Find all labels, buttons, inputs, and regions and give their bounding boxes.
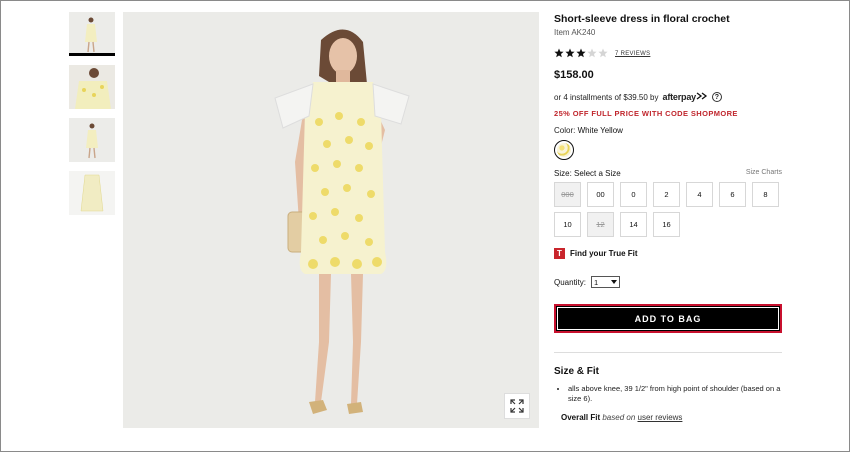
installments-info: or 4 installments of $39.50 by afterpay … [554, 92, 782, 102]
expand-icon [510, 399, 524, 413]
truefit-logo-icon: T [554, 248, 565, 259]
swatch-pattern [557, 143, 571, 157]
user-reviews-link[interactable]: user reviews [638, 413, 683, 422]
installments-text: or 4 installments of $39.50 by [554, 92, 659, 102]
size-option-00[interactable]: 00 [587, 182, 614, 207]
size-fit-list: alls above knee, 39 1/2" from high point… [554, 384, 782, 404]
size-option-2[interactable]: 2 [653, 182, 680, 207]
item-number: Item AK240 [554, 28, 596, 37]
size-fit-bullet: alls above knee, 39 1/2" from high point… [568, 384, 782, 404]
size-option-10[interactable]: 10 [554, 212, 581, 237]
expand-image-button[interactable] [504, 393, 530, 419]
add-to-bag-button[interactable]: ADD TO BAG [554, 304, 782, 333]
size-option-6[interactable]: 6 [719, 182, 746, 207]
product-price: $158.00 [554, 69, 594, 81]
size-fit-title: Size & Fit [554, 366, 600, 377]
star-filled-icon [565, 48, 575, 58]
color-swatch-white-yellow[interactable] [554, 140, 574, 160]
star-filled-icon [576, 48, 586, 58]
thumbnail-flat[interactable] [69, 171, 115, 215]
quantity-select[interactable]: 1 [591, 276, 621, 288]
size-grid: 000 00 0 2 4 6 8 10 12 14 16 [554, 182, 782, 237]
star-empty-icon [587, 48, 597, 58]
divider [554, 352, 782, 353]
size-label-text: Size: [554, 169, 572, 178]
size-option-000[interactable]: 000 [554, 182, 581, 207]
size-option-8[interactable]: 8 [752, 182, 779, 207]
afterpay-label: afterpay [662, 92, 697, 102]
chevron-down-icon [611, 280, 618, 284]
overall-fit-based-on: based on [602, 413, 636, 422]
quantity-row: Quantity: 1 [554, 276, 782, 288]
afterpay-arrows-icon [696, 92, 708, 100]
size-header: Size: Select a Size Size Charts [554, 169, 782, 178]
star-empty-icon [598, 48, 608, 58]
size-option-14[interactable]: 14 [620, 212, 647, 237]
overall-fit-label: Overall Fit [561, 413, 601, 422]
size-label: Size: Select a Size [554, 169, 621, 178]
thumbnail-front[interactable] [69, 12, 115, 56]
size-charts-link[interactable]: Size Charts [746, 169, 782, 178]
reviews-link[interactable]: 7 REVIEWS [615, 51, 650, 57]
overall-fit: Overall Fit based on user reviews [561, 413, 782, 422]
star-rating [554, 45, 609, 63]
product-details-panel: Short-sleeve dress in floral crochet Ite… [554, 12, 782, 422]
quantity-value: 1 [594, 277, 599, 287]
color-label: Color: White Yellow [554, 126, 782, 135]
thumbnail-list [69, 12, 115, 224]
size-option-4[interactable]: 4 [686, 182, 713, 207]
truefit-link[interactable]: T Find your True Fit [554, 248, 782, 259]
truefit-label: Find your True Fit [570, 249, 638, 258]
star-filled-icon [554, 48, 564, 58]
color-value: White Yellow [577, 126, 623, 135]
quantity-label: Quantity: [554, 277, 587, 287]
promo-message: 25% OFF FULL PRICE WITH CODE SHOPMORE [554, 109, 738, 118]
size-value: Select a Size [574, 169, 621, 178]
model-figure [123, 12, 539, 428]
main-product-image [123, 12, 539, 428]
size-option-16[interactable]: 16 [653, 212, 680, 237]
size-option-12[interactable]: 12 [587, 212, 614, 237]
rating[interactable]: 7 REVIEWS [554, 48, 782, 60]
thumbnail-detail[interactable] [69, 65, 115, 109]
thumbnail-back[interactable] [69, 118, 115, 162]
size-option-0[interactable]: 0 [620, 182, 647, 207]
color-label-text: Color: [554, 126, 576, 135]
help-icon[interactable]: ? [711, 92, 722, 102]
product-title: Short-sleeve dress in floral crochet [554, 13, 730, 25]
afterpay-logo: afterpay [663, 92, 708, 102]
